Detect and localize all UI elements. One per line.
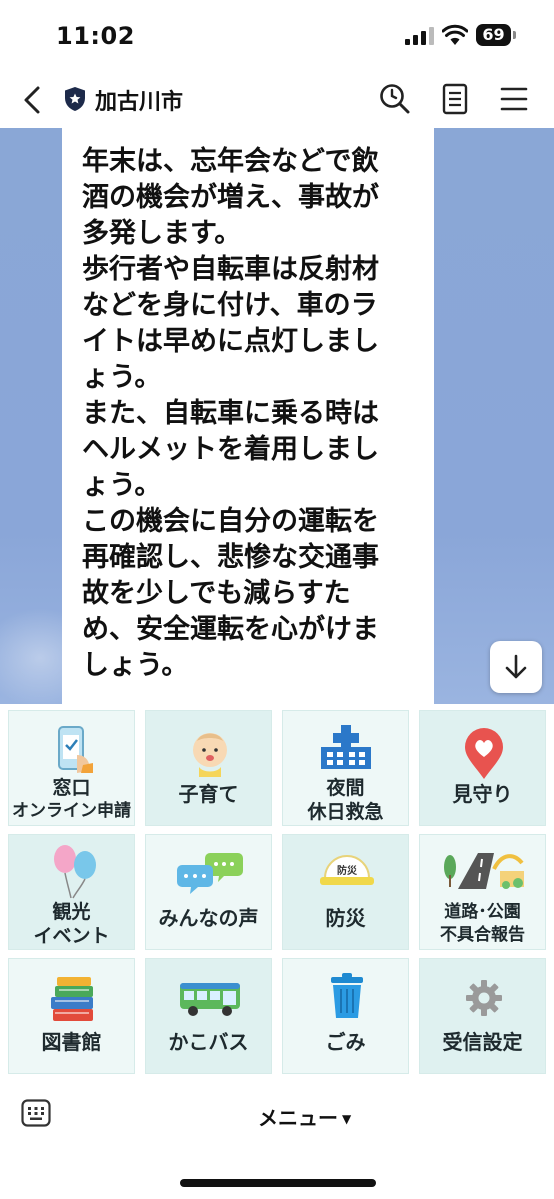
- message-line: 再確認し、悲惨な交通事: [82, 542, 379, 573]
- menu-toggle-button[interactable]: メニュー ▼: [258, 1102, 351, 1131]
- menu-tile-kako-bus[interactable]: かこバス: [145, 958, 272, 1074]
- scroll-to-bottom-button[interactable]: [490, 641, 542, 693]
- status-bar: 11:02 69: [0, 0, 554, 72]
- message-line: ょう。: [82, 470, 162, 501]
- bus-icon: [180, 983, 240, 1016]
- tile-label: ごみ: [325, 1030, 366, 1054]
- tile-label: 防災: [325, 906, 366, 930]
- message-line: しょう。: [82, 650, 189, 681]
- menu-tile-garbage[interactable]: ごみ: [282, 958, 409, 1074]
- tile-label: みんなの声: [158, 906, 259, 930]
- message-line: 歩行者や自転車は反射材: [82, 254, 379, 285]
- message-line: 多発します。: [82, 218, 242, 249]
- menu-tile-online-application[interactable]: 窓口 オンライン申請: [8, 710, 135, 826]
- trash-bin-icon: [331, 973, 363, 1018]
- tile-label: 夜間: [326, 777, 365, 799]
- message-line: め、安全運転を心がけま: [82, 614, 379, 645]
- tile-label: 休日救急: [307, 801, 384, 823]
- chat-header: 加古川市: [0, 72, 554, 128]
- keyboard-icon[interactable]: [21, 1099, 51, 1127]
- menu-tile-night-emergency[interactable]: 夜間 休日救急: [282, 710, 409, 826]
- message-line: などを身に付け、車のラ: [82, 290, 378, 321]
- menu-tile-disaster-prevention[interactable]: 防災 防災: [282, 834, 409, 950]
- tile-label: オンライン申請: [12, 801, 131, 821]
- message-line: ょう。: [82, 362, 162, 393]
- status-time: 11:02: [56, 22, 135, 50]
- message-line: この機会に自分の運転を: [82, 506, 379, 537]
- tile-label: かこバス: [168, 1030, 249, 1054]
- tile-label: 受信設定: [442, 1030, 523, 1054]
- menu-tile-watch-over[interactable]: 見守り: [419, 710, 546, 826]
- notes-icon[interactable]: [440, 83, 470, 115]
- message-line: ヘルメットを着用しまし: [82, 434, 379, 465]
- phone-checklist-icon: [58, 726, 93, 773]
- baby-icon: [193, 733, 227, 777]
- message-line: 年末は、忘年会などで飲: [82, 146, 379, 177]
- battery-level: 69: [476, 24, 511, 46]
- chat-area[interactable]: 年末は、忘年会などで飲 酒の機会が増え、事故が 多発します。 歩行者や自転車は反…: [0, 128, 554, 704]
- tile-label: 子育て: [178, 782, 239, 806]
- menu-tile-tourism-events[interactable]: 観光 イベント: [8, 834, 135, 950]
- message-line: 酒の機会が増え、事故が: [82, 182, 379, 213]
- balloons-icon: [54, 845, 96, 899]
- menu-tile-citizen-voices[interactable]: みんなの声: [145, 834, 272, 950]
- helmet-icon: 防災: [320, 855, 374, 887]
- menu-tile-childcare[interactable]: 子育て: [145, 710, 272, 826]
- speech-bubbles-icon: [177, 853, 243, 894]
- cellular-signal-icon: [405, 27, 434, 45]
- menu-toggle-label: メニュー: [258, 1106, 338, 1130]
- menu-tile-library[interactable]: 図書館: [8, 958, 135, 1074]
- back-chevron-icon[interactable]: [16, 82, 48, 118]
- battery-icon: 69: [476, 24, 516, 46]
- gear-icon: [466, 980, 502, 1016]
- wifi-icon: [442, 24, 468, 45]
- tile-label: 観光: [52, 901, 91, 923]
- tile-label: 図書館: [41, 1030, 102, 1054]
- home-indicator: [180, 1179, 376, 1187]
- tile-label: イベント: [33, 925, 110, 947]
- account-name[interactable]: 加古川市: [95, 84, 183, 116]
- message-line: イトは早めに点灯しまし: [82, 326, 379, 357]
- rich-menu: 窓口 オンライン申請 子育て 夜間 休日救急 見守り 観光 イベント みんなの声…: [0, 704, 554, 1080]
- message-line: 故を少しでも減らすた: [82, 578, 351, 609]
- hamburger-menu-icon[interactable]: [499, 85, 529, 113]
- message-bubble: 年末は、忘年会などで飲 酒の機会が増え、事故が 多発します。 歩行者や自転車は反…: [62, 128, 434, 704]
- books-icon: [51, 977, 93, 1021]
- road-park-icon: [444, 853, 524, 889]
- menu-tile-road-park-report[interactable]: 道路･公園 不具合報告: [419, 834, 546, 950]
- message-line: また、自転車に乗る時は: [82, 398, 379, 429]
- tile-label: 不具合報告: [440, 925, 525, 945]
- menu-tile-notification-settings[interactable]: 受信設定: [419, 958, 546, 1074]
- helmet-label: 防災: [337, 866, 357, 877]
- search-icon[interactable]: [378, 82, 412, 116]
- caret-down-icon: ▼: [342, 1112, 352, 1126]
- hospital-icon: [321, 725, 371, 769]
- arrow-down-icon: [505, 654, 527, 679]
- verified-shield-icon: [65, 87, 85, 111]
- heart-pin-icon: [465, 728, 503, 779]
- tile-label: 見守り: [452, 782, 513, 806]
- tile-label: 道路･公園: [444, 902, 521, 922]
- bottom-bar: メニュー ▼: [0, 1080, 554, 1199]
